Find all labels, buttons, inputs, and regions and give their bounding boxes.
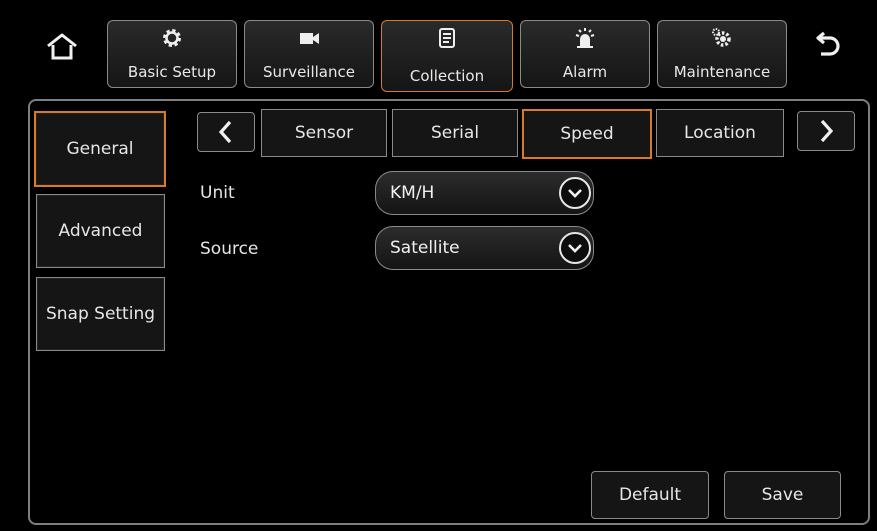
nav-surveillance-label: Surveillance <box>263 63 355 81</box>
home-button[interactable] <box>40 25 84 69</box>
gear-icon <box>163 29 181 47</box>
unit-label: Unit <box>200 183 235 203</box>
nav-maintenance[interactable]: Maintenance <box>657 20 787 88</box>
tab-sensor[interactable]: Sensor <box>261 109 387 157</box>
source-label: Source <box>200 239 259 259</box>
unit-select[interactable]: KM/H <box>375 171 594 215</box>
tab-scroll-right-button[interactable] <box>797 111 855 151</box>
nav-maintenance-label: Maintenance <box>673 63 771 81</box>
document-icon <box>439 28 455 48</box>
tab-sensor-label: Sensor <box>294 123 354 143</box>
chevron-right-icon <box>820 119 834 143</box>
alarm-light-icon <box>575 28 595 48</box>
save-button[interactable]: Save <box>724 471 841 519</box>
nav-alarm-label: Alarm <box>562 63 608 81</box>
chevron-down-icon <box>559 177 591 209</box>
nav-basic-setup-label: Basic Setup <box>127 63 217 81</box>
unit-select-value: KM/H <box>390 183 435 203</box>
source-select[interactable]: Satellite <box>375 226 594 270</box>
camera-icon <box>300 33 319 44</box>
chevron-left-icon <box>218 120 232 144</box>
sidebar-item-advanced[interactable]: Advanced <box>36 194 165 268</box>
chevron-down-icon <box>559 232 591 264</box>
home-icon <box>47 33 77 60</box>
tab-location[interactable]: Location <box>656 109 784 157</box>
source-select-value: Satellite <box>390 238 460 258</box>
nav-collection[interactable]: Collection <box>381 20 513 92</box>
tab-serial-label: Serial <box>430 123 480 143</box>
sidebar-item-snap-setting[interactable]: Snap Setting <box>36 277 165 351</box>
sidebar-item-general[interactable]: General <box>34 111 166 187</box>
nav-alarm[interactable]: Alarm <box>520 20 650 88</box>
tab-location-label: Location <box>684 123 756 143</box>
tab-speed[interactable]: Speed <box>522 109 652 159</box>
gears-icon <box>712 28 731 47</box>
sidebar-item-label: General <box>66 139 134 159</box>
tab-serial[interactable]: Serial <box>392 109 518 157</box>
back-button[interactable] <box>805 24 849 68</box>
tab-speed-label: Speed <box>560 124 614 144</box>
nav-basic-setup[interactable]: Basic Setup <box>107 20 237 88</box>
tab-scroll-left-button[interactable] <box>197 112 255 152</box>
back-arrow-icon <box>816 31 840 56</box>
sidebar-item-label: Advanced <box>58 221 143 241</box>
sidebar-item-label: Snap Setting <box>45 304 156 324</box>
nav-surveillance[interactable]: Surveillance <box>244 20 374 88</box>
default-button[interactable]: Default <box>591 471 709 519</box>
nav-collection-label: Collection <box>409 67 485 85</box>
